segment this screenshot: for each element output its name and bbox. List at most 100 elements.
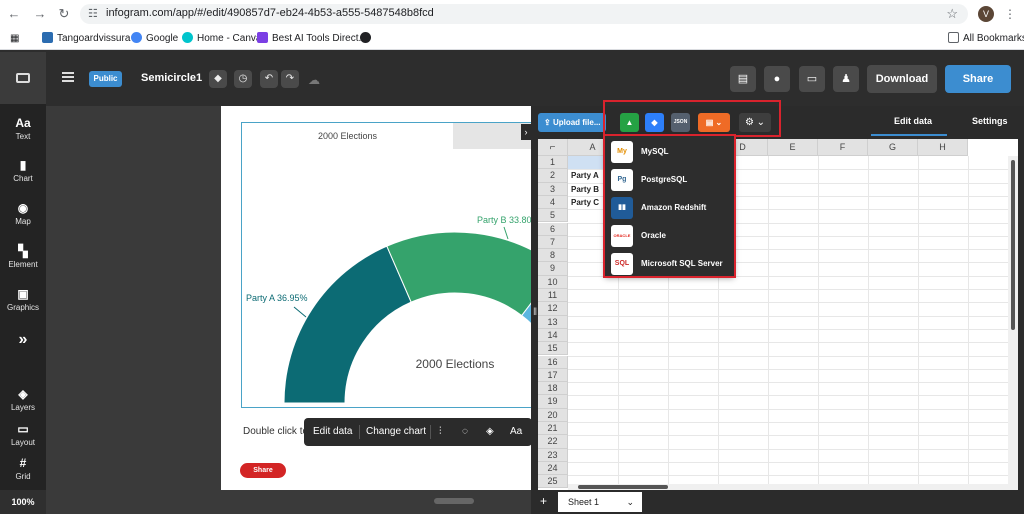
- row-header[interactable]: 16: [538, 355, 568, 369]
- row-header[interactable]: 1: [538, 156, 568, 170]
- sidebar-item-map[interactable]: ◉ Map: [0, 201, 46, 226]
- row-header[interactable]: 13: [538, 315, 568, 329]
- bookmark-item[interactable]: Best AI Tools Direct...: [257, 32, 367, 46]
- present-icon[interactable]: ▭: [799, 66, 825, 92]
- row-header[interactable]: 3: [538, 182, 568, 196]
- column-header[interactable]: H: [918, 139, 968, 156]
- app-logo[interactable]: [0, 52, 46, 104]
- row-header[interactable]: 4: [538, 195, 568, 210]
- embed-share-button[interactable]: Share: [240, 463, 286, 478]
- canvas-resize-handle[interactable]: [434, 498, 474, 504]
- upload-file-button[interactable]: ⇪ Upload file...: [538, 113, 606, 132]
- comment-icon[interactable]: ●: [764, 66, 790, 92]
- change-chart-button[interactable]: Change chart: [366, 418, 426, 446]
- row-header[interactable]: 2: [538, 169, 568, 183]
- menu-icon[interactable]: [62, 72, 74, 82]
- row-header[interactable]: 19: [538, 395, 568, 409]
- row-header[interactable]: 5: [538, 209, 568, 223]
- add-user-icon[interactable]: ♟: [833, 66, 859, 92]
- row-header[interactable]: 9: [538, 262, 568, 276]
- row-header[interactable]: 23: [538, 448, 568, 462]
- highlight-box-menu: [603, 134, 736, 278]
- row-header[interactable]: 18: [538, 382, 568, 396]
- sheet-bar: + Sheet 1 ⌄: [531, 490, 1024, 514]
- zoom-level[interactable]: 100%: [0, 490, 46, 514]
- collapse-panel-icon[interactable]: ›: [521, 124, 531, 140]
- chevron-down-icon[interactable]: ⌄: [626, 492, 634, 512]
- apps-grid-icon[interactable]: ▦: [10, 32, 19, 46]
- row-header[interactable]: 20: [538, 408, 568, 422]
- row-header[interactable]: 14: [538, 328, 568, 343]
- sidebar-item-layers[interactable]: ◈ Layers: [0, 387, 46, 412]
- tab-settings[interactable]: Settings: [972, 116, 1008, 126]
- sidebar-item-chart[interactable]: ▮ Chart: [0, 158, 46, 183]
- site-info-icon[interactable]: ☷: [88, 7, 102, 21]
- row-header[interactable]: 6: [538, 222, 568, 236]
- history-icon[interactable]: ◷: [234, 70, 252, 88]
- chart-container[interactable]: 2000 Elections 2000 Elections Party A 36…: [241, 122, 534, 408]
- forward-icon[interactable]: →: [32, 6, 48, 22]
- corner-expand-icon[interactable]: ⌐: [538, 139, 568, 156]
- tag-icon[interactable]: ◆: [209, 70, 227, 88]
- row-header[interactable]: 21: [538, 422, 568, 436]
- bookmark-item[interactable]: Google: [131, 32, 178, 46]
- table-cell[interactable]: Party B: [571, 183, 599, 196]
- row-header[interactable]: 17: [538, 368, 568, 383]
- browser-menu-icon[interactable]: ⋮: [1004, 6, 1016, 22]
- profile-avatar[interactable]: V: [978, 6, 994, 22]
- tab-edit-data[interactable]: Edit data: [894, 116, 932, 126]
- row-header[interactable]: 7: [538, 235, 568, 250]
- sidebar-item-layout[interactable]: ▭ Layout: [0, 422, 46, 447]
- semicircle-chart[interactable]: 2000 Elections Party A 36.95% Party B 33…: [242, 123, 532, 407]
- edit-data-button[interactable]: Edit data: [313, 418, 352, 446]
- adjust-icon[interactable]: ⫶: [439, 418, 442, 446]
- sidebar-item-element[interactable]: ▚ Element: [0, 244, 46, 269]
- bookmark-star-icon[interactable]: ☆: [946, 6, 958, 22]
- font-button[interactable]: Aa: [510, 418, 522, 446]
- back-icon[interactable]: ←: [6, 6, 22, 22]
- sidebar-expand[interactable]: »: [0, 332, 46, 349]
- row-header[interactable]: 24: [538, 461, 568, 476]
- row-header[interactable]: 22: [538, 435, 568, 449]
- undo-icon[interactable]: ↶: [260, 70, 278, 88]
- row-header[interactable]: 11: [538, 289, 568, 303]
- sheet-tab[interactable]: Sheet 1 ⌄: [558, 492, 642, 512]
- project-title[interactable]: Semicircle1: [141, 72, 202, 84]
- reload-icon[interactable]: ↻: [56, 6, 72, 22]
- notes-icon[interactable]: ▤: [730, 66, 756, 92]
- share-button[interactable]: Share: [945, 65, 1011, 93]
- column-header[interactable]: G: [868, 139, 918, 156]
- sidebar-item-graphics[interactable]: ▣ Graphics: [0, 287, 46, 312]
- panel-drag-handle[interactable]: ‖: [533, 307, 537, 318]
- slice-party-a[interactable]: [283, 245, 412, 404]
- sidebar-item-text[interactable]: Aa Text: [0, 116, 46, 141]
- row-header[interactable]: 10: [538, 275, 568, 289]
- column-header[interactable]: F: [818, 139, 868, 156]
- add-sheet-button[interactable]: +: [540, 494, 547, 508]
- scroll-thumb[interactable]: [1011, 160, 1015, 330]
- grid-row-line: [568, 315, 1008, 317]
- row-header[interactable]: 12: [538, 302, 568, 316]
- grid-row-line: [568, 435, 1008, 437]
- bookmark-item[interactable]: Home - Canva: [182, 32, 261, 46]
- scroll-thumb[interactable]: [578, 485, 668, 489]
- row-header[interactable]: 8: [538, 249, 568, 263]
- bookmark-item[interactable]: [360, 32, 375, 46]
- download-button[interactable]: Download: [867, 65, 937, 93]
- sidebar-item-grid[interactable]: # Grid: [0, 456, 46, 481]
- vertical-scrollbar[interactable]: [1008, 156, 1018, 490]
- row-header[interactable]: 15: [538, 342, 568, 356]
- column-header[interactable]: E: [768, 139, 818, 156]
- grid-row-line: [568, 382, 1008, 384]
- animate-icon[interactable]: ◌: [462, 418, 468, 446]
- table-cell[interactable]: Party C: [571, 196, 599, 209]
- grid-column-line: [868, 156, 869, 486]
- fill-icon[interactable]: ◈: [486, 418, 494, 446]
- address-bar[interactable]: ☷ infogram.com/app/#/edit/490857d7-eb24-…: [80, 4, 968, 24]
- row-header[interactable]: 25: [538, 475, 568, 489]
- all-bookmarks[interactable]: All Bookmarks: [948, 32, 1024, 46]
- redo-icon[interactable]: ↷: [281, 70, 299, 88]
- table-cell[interactable]: Party A: [571, 169, 599, 182]
- public-badge[interactable]: Public: [89, 71, 122, 87]
- bookmark-item[interactable]: Tangoardvissura -: [42, 32, 136, 46]
